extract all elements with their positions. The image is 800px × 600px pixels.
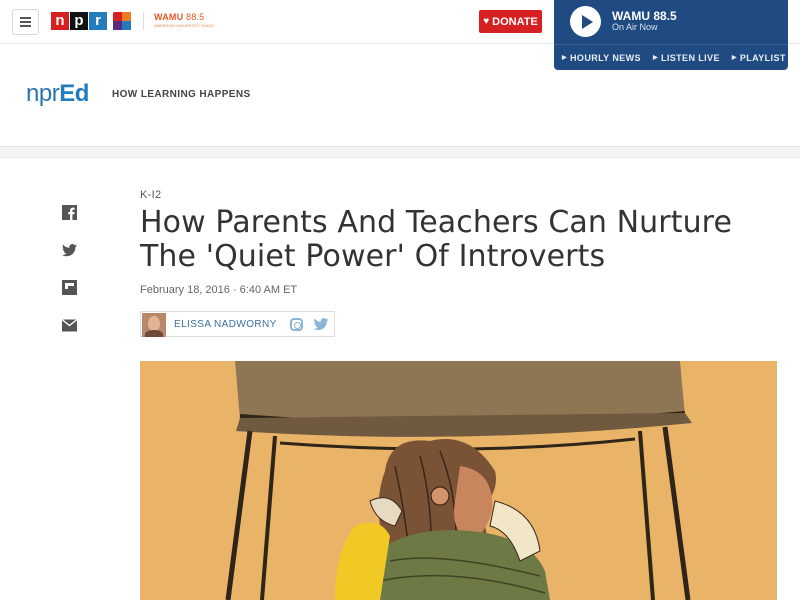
twitter-icon[interactable] [62, 243, 77, 258]
twitter-icon[interactable] [313, 318, 329, 331]
article-slug[interactable]: K-I2 [140, 189, 161, 201]
wamu-logo[interactable]: WAMU 88.5 AMERICAN UNIVERSITY RADIO [154, 12, 214, 28]
article-date: February 18, 2016 · 6:40 AM ET [140, 284, 298, 296]
heart-icon: ♥ [483, 15, 490, 27]
illustration-child-under-table [140, 361, 777, 600]
author-name[interactable]: ELISSA NADWORNY [174, 319, 277, 330]
article-headline: How Parents And Teachers Can Nurture The… [140, 205, 733, 274]
npr-logo[interactable]: n p r [51, 12, 107, 30]
header-divider [143, 12, 144, 30]
section-header: nprEd HOW LEARNING HAPPENS [0, 44, 800, 147]
facebook-icon[interactable] [62, 205, 77, 220]
play-icon[interactable] [570, 6, 601, 37]
station-name: WAMU 88.5 [612, 9, 677, 23]
header-shadow [0, 147, 800, 158]
menu-button[interactable] [12, 9, 39, 35]
on-air-status: On Air Now [612, 22, 658, 32]
npr-ed-logo[interactable]: nprEd [26, 80, 89, 108]
section-tagline: HOW LEARNING HAPPENS [112, 89, 251, 100]
hamburger-icon [20, 17, 31, 19]
flipboard-icon[interactable] [62, 280, 77, 295]
donate-button[interactable]: ♥ DONATE [479, 10, 542, 33]
author-avatar[interactable] [142, 313, 166, 337]
instagram-icon[interactable] [290, 318, 303, 331]
byline: ELISSA NADWORNY [140, 311, 335, 337]
email-icon[interactable] [62, 318, 77, 333]
article-image[interactable] [140, 361, 777, 600]
station-logo-icon [113, 12, 131, 30]
